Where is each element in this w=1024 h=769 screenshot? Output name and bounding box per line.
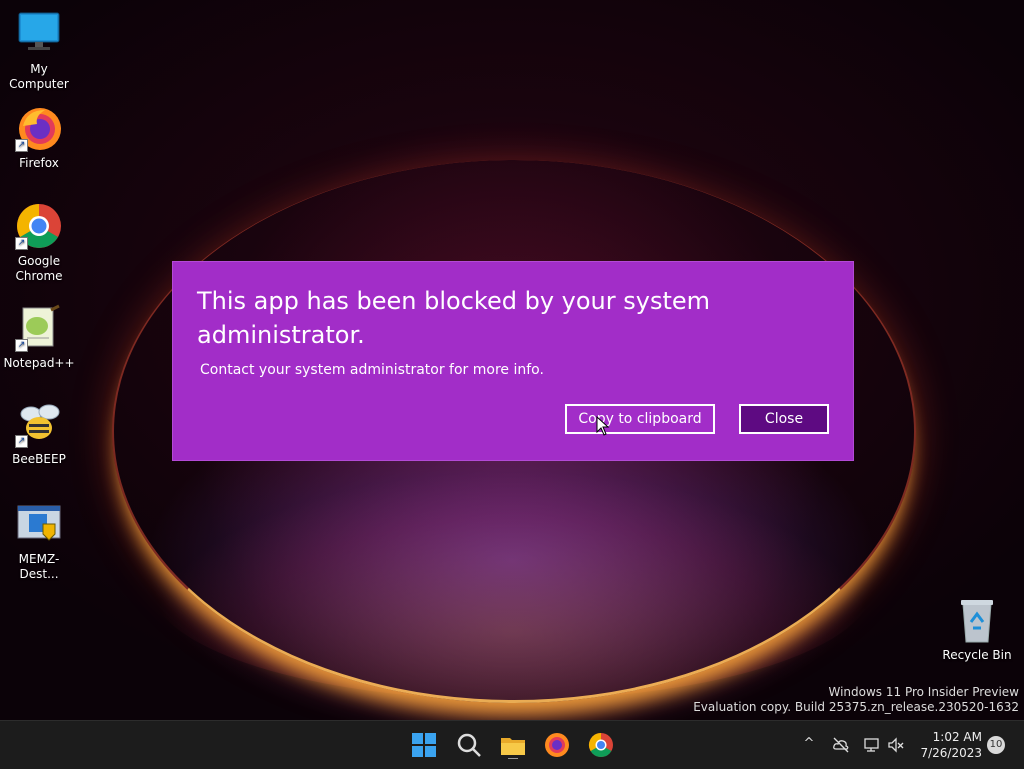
notification-badge[interactable]: 10 <box>987 736 1005 754</box>
blocked-app-dialog: This app has been blocked by your system… <box>172 261 854 461</box>
watermark-line: Windows 11 Pro Insider Preview <box>828 685 1019 699</box>
firefox-icon: ↗ <box>15 104 63 152</box>
desktop-icon-label: My Computer <box>9 62 69 91</box>
desktop-icon-beebeep[interactable]: ↗ BeeBEEP <box>0 400 78 467</box>
notepadpp-icon: ↗ <box>15 304 63 352</box>
desktop-icon-chrome[interactable]: ↗ Google Chrome <box>0 202 78 284</box>
dialog-message: Contact your system administrator for mo… <box>200 362 544 378</box>
recycle-bin-icon <box>953 596 1001 644</box>
desktop-icon-my-computer[interactable]: My Computer <box>0 10 78 92</box>
folder-icon[interactable] <box>499 731 527 760</box>
chrome-icon[interactable] <box>587 731 615 759</box>
shortcut-arrow-icon: ↗ <box>15 339 28 352</box>
desktop-icon-label: Recycle Bin <box>942 648 1012 662</box>
firefox-icon[interactable] <box>543 731 571 759</box>
desktop-icon-label: MEMZ-Dest... <box>18 552 60 581</box>
desktop-icon-memz[interactable]: MEMZ-Dest... <box>0 500 78 582</box>
search-icon[interactable] <box>455 731 483 759</box>
desktop-icon-firefox[interactable]: ↗ Firefox <box>0 104 78 171</box>
shortcut-arrow-icon: ↗ <box>15 237 28 250</box>
clock-time: 1:02 AM <box>932 730 982 744</box>
watermark-line: Evaluation copy. Build 25375.zn_release.… <box>693 700 1019 714</box>
shortcut-arrow-icon: ↗ <box>15 435 28 448</box>
desktop-icon-recycle-bin[interactable]: Recycle Bin <box>938 596 1016 663</box>
chrome-icon: ↗ <box>15 202 63 250</box>
close-button[interactable]: Close <box>739 404 829 434</box>
windows-start-icon[interactable] <box>410 731 438 759</box>
volume-muted-icon[interactable] <box>887 736 905 754</box>
desktop-icon-notepadpp[interactable]: ↗ Notepad++ <box>0 304 78 371</box>
chevron-up-icon[interactable]: ^ <box>800 736 818 754</box>
monitor-icon <box>15 10 63 58</box>
desktop-icon-label: BeeBEEP <box>12 452 66 466</box>
windows-evaluation-watermark: Windows 11 Pro Insider Preview Evaluatio… <box>693 685 1019 715</box>
dialog-title: This app has been blocked by your system… <box>197 287 711 349</box>
shortcut-arrow-icon: ↗ <box>15 139 28 152</box>
clock-date: 7/26/2023 <box>920 746 982 760</box>
cloud-offline-icon[interactable] <box>832 736 850 754</box>
desktop-icon-label: Notepad++ <box>3 356 75 370</box>
installer-icon <box>15 500 63 548</box>
copy-to-clipboard-button[interactable]: Copy to clipboard <box>565 404 715 434</box>
mouse-cursor-icon <box>596 415 610 440</box>
desktop-icon-label: Firefox <box>19 156 59 170</box>
network-icon[interactable] <box>863 736 881 754</box>
desktop-icon-label: Google Chrome <box>15 254 63 283</box>
bee-icon: ↗ <box>15 400 63 448</box>
taskbar-clock[interactable]: 1:02 AM 7/26/2023 <box>912 729 982 761</box>
taskbar: ^ 1:02 AM 7/26/2023 10 <box>0 720 1024 769</box>
